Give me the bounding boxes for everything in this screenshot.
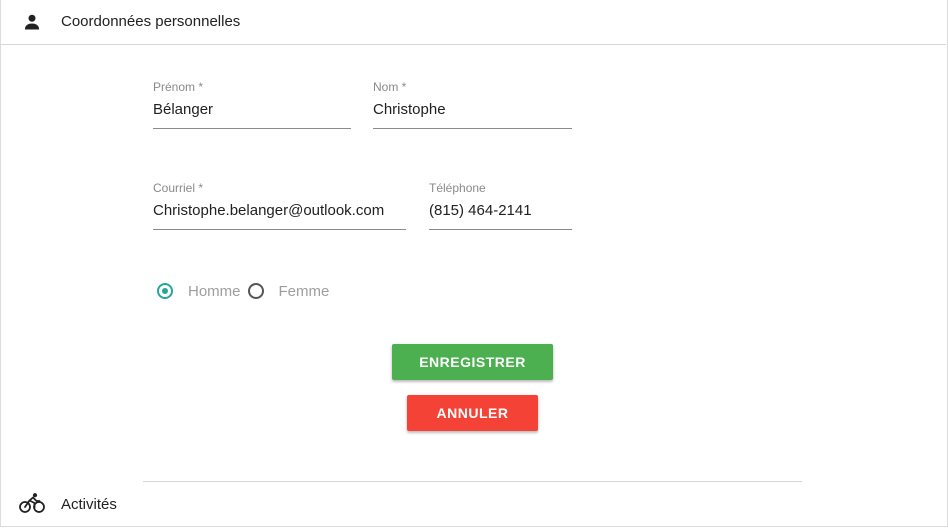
courriel-input[interactable] xyxy=(153,195,406,230)
telephone-input[interactable] xyxy=(429,195,572,230)
nom-input[interactable] xyxy=(373,94,572,129)
person-icon xyxy=(22,12,42,32)
cancel-button[interactable]: ANNULER xyxy=(407,395,538,431)
prenom-input[interactable] xyxy=(153,94,351,129)
courriel-label: Courriel * xyxy=(153,181,204,195)
gender-radio-group: Homme Femme xyxy=(157,281,329,301)
radio-homme-label[interactable]: Homme xyxy=(188,283,241,300)
radio-homme-circle[interactable] xyxy=(157,283,173,299)
prenom-label: Prénom * xyxy=(153,80,204,94)
section-header-activities[interactable]: Activités xyxy=(0,482,946,526)
section-header-personal-info[interactable]: Coordonnées personnelles xyxy=(0,0,946,45)
prenom-field: Prénom * xyxy=(153,80,351,137)
section-title: Coordonnées personnelles xyxy=(61,13,241,30)
radio-femme-label[interactable]: Femme xyxy=(279,283,330,300)
radio-femme[interactable]: Femme xyxy=(247,283,330,300)
telephone-label: Téléphone xyxy=(429,181,486,195)
radio-femme-circle[interactable] xyxy=(247,283,264,299)
section-title: Activités xyxy=(61,496,117,513)
bicycle-icon xyxy=(19,492,45,514)
save-button[interactable]: ENREGISTRER xyxy=(392,344,553,380)
nom-field: Nom * xyxy=(373,80,572,137)
courriel-field: Courriel * xyxy=(153,181,406,238)
radio-homme[interactable]: Homme xyxy=(157,283,241,300)
telephone-field: Téléphone xyxy=(429,181,572,238)
nom-label: Nom * xyxy=(373,80,407,94)
